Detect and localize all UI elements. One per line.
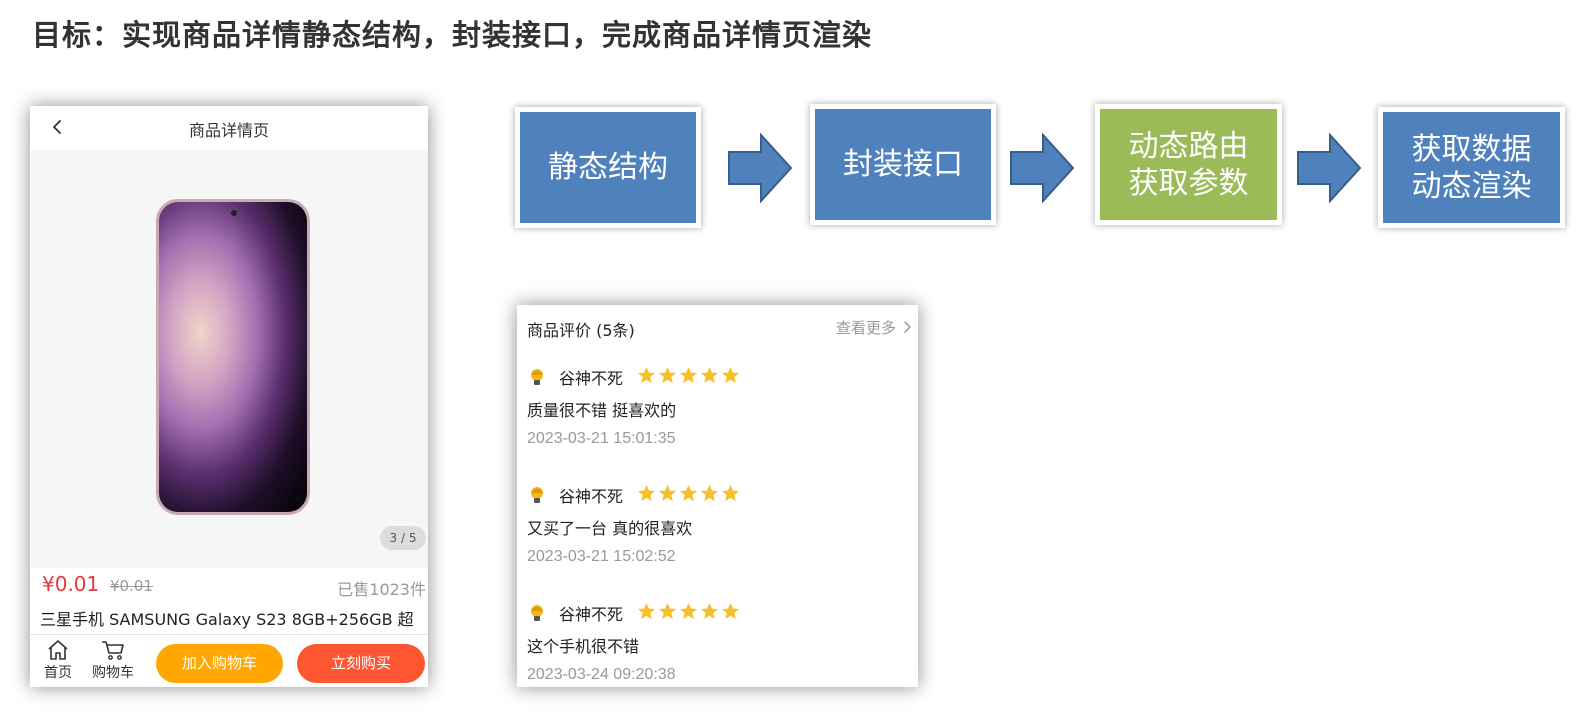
reviewer-name: 谷神不死 xyxy=(559,605,624,624)
sold-count: 已售1023件 xyxy=(337,580,426,599)
add-to-cart-button[interactable]: 加入购物车 xyxy=(156,644,283,683)
avatar-icon xyxy=(531,369,543,385)
flow-step-4-line2: 动态渲染 xyxy=(1411,168,1532,204)
home-tab-label: 首页 xyxy=(44,665,72,681)
star-icon xyxy=(637,484,656,502)
product-image-swiper[interactable]: 3 / 5 xyxy=(30,150,428,568)
rating-stars xyxy=(637,602,742,622)
reviews-panel: 商品评价 (5条) 查看更多 谷神不死 质量很不错 挺喜欢的 2023-03-2… xyxy=(517,305,918,687)
product-image xyxy=(156,199,310,515)
reviewer-name: 谷神不死 xyxy=(559,487,624,506)
flow-step-dynamic-route: 动态路由 获取参数 xyxy=(1095,104,1282,225)
review-time: 2023-03-21 15:01:35 xyxy=(527,430,676,447)
review-content: 这个手机很不错 xyxy=(527,637,640,656)
avatar-icon xyxy=(531,487,543,503)
flow-step-wrap-api: 封装接口 xyxy=(810,104,996,225)
flow-step-3-line2: 获取参数 xyxy=(1128,165,1249,201)
cart-tab[interactable]: 购物车 xyxy=(88,639,138,682)
star-icon xyxy=(679,366,698,384)
flow-step-1-line1: 静态结构 xyxy=(548,150,668,185)
current-price: ¥0.01 xyxy=(42,572,100,596)
star-icon xyxy=(637,602,656,620)
view-more-link[interactable]: 查看更多 xyxy=(836,317,896,338)
flow-step-fetch-render: 获取数据 动态渲染 xyxy=(1378,107,1565,228)
cart-icon xyxy=(102,641,124,660)
star-icon xyxy=(658,602,677,620)
flow-arrow-icon xyxy=(728,133,793,203)
flow-step-static-structure: 静态结构 xyxy=(515,107,701,228)
star-icon xyxy=(658,484,677,502)
review-item: 谷神不死 这个手机很不错 2023-03-24 09:20:38 xyxy=(527,601,907,687)
product-detail-phone: 商品详情页 3 / 5 ¥0.01 ¥0.01 已售1023件 三星手机 SAM… xyxy=(30,106,428,687)
flow-arrow-icon xyxy=(1297,133,1362,203)
home-tab[interactable]: 首页 xyxy=(33,639,83,682)
star-icon xyxy=(679,484,698,502)
buy-now-button[interactable]: 立刻购买 xyxy=(297,644,425,683)
flow-arrow-icon xyxy=(1010,133,1075,203)
price-row: ¥0.01 ¥0.01 已售1023件 xyxy=(30,572,428,600)
star-icon xyxy=(700,602,719,620)
review-item: 谷神不死 又买了一台 真的很喜欢 2023-03-21 15:02:52 xyxy=(527,483,907,583)
star-icon xyxy=(721,602,740,620)
nav-bar: 商品详情页 xyxy=(30,106,428,150)
review-time: 2023-03-21 15:02:52 xyxy=(527,548,676,565)
reviewer-name: 谷神不死 xyxy=(559,369,624,388)
bottom-action-bar: 首页 购物车 加入购物车 立刻购买 xyxy=(30,634,428,687)
chevron-right-icon[interactable] xyxy=(902,320,912,334)
star-icon xyxy=(721,366,740,384)
original-price: ¥0.01 xyxy=(110,577,153,595)
product-name: 三星手机 SAMSUNG Galaxy S23 8GB+256GB 超 xyxy=(40,610,414,629)
star-icon xyxy=(658,366,677,384)
star-icon xyxy=(679,602,698,620)
avatar-icon xyxy=(531,605,543,621)
reviews-title: 商品评价 (5条) xyxy=(527,321,635,340)
flow-step-2-line1: 封装接口 xyxy=(843,147,963,182)
cart-tab-label: 购物车 xyxy=(92,665,134,681)
star-icon xyxy=(700,484,719,502)
review-content: 质量很不错 挺喜欢的 xyxy=(527,401,677,420)
review-content: 又买了一台 真的很喜欢 xyxy=(527,519,693,538)
rating-stars xyxy=(637,366,742,386)
review-time: 2023-03-24 09:20:38 xyxy=(527,666,676,683)
star-icon xyxy=(637,366,656,384)
home-icon xyxy=(48,640,68,660)
star-icon xyxy=(700,366,719,384)
nav-title: 商品详情页 xyxy=(188,121,269,140)
flow-step-3-line1: 动态路由 xyxy=(1128,128,1249,164)
slide-title: 目标：实现商品详情静态结构，封装接口，完成商品详情页渲染 xyxy=(32,18,873,52)
flow-step-4-line1: 获取数据 xyxy=(1411,131,1532,167)
review-item: 谷神不死 质量很不错 挺喜欢的 2023-03-21 15:01:35 xyxy=(527,365,907,465)
rating-stars xyxy=(637,484,742,504)
swiper-page-indicator: 3 / 5 xyxy=(380,526,426,550)
star-icon xyxy=(721,484,740,502)
